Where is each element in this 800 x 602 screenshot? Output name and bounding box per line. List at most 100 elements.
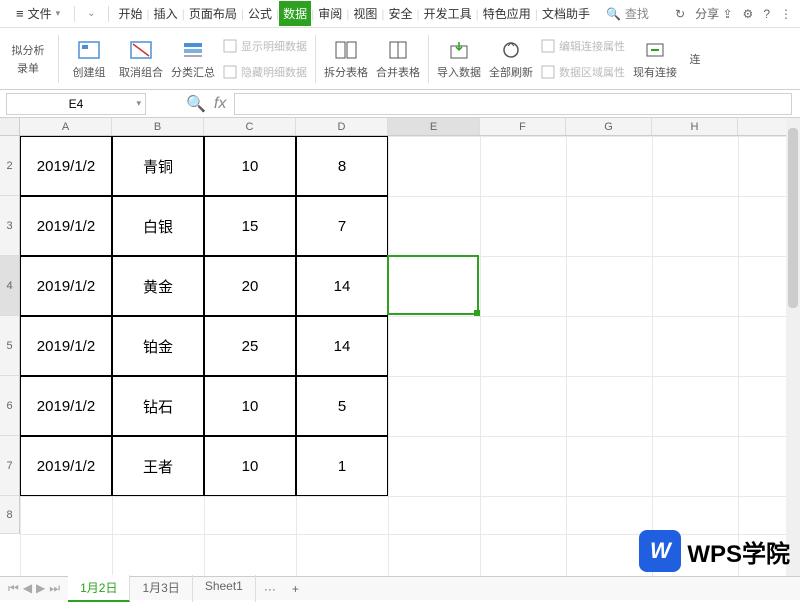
hide-detail-icon [223, 65, 237, 79]
cell-C5[interactable]: 25 [204, 316, 296, 376]
cell-A3[interactable]: 2019/1/2 [20, 196, 112, 256]
row-header-2[interactable]: 2 [0, 136, 19, 196]
row-header-8[interactable]: 8 [0, 496, 19, 534]
data-region-button: 数据区域属性 [541, 62, 625, 82]
ribbon-tab-4[interactable]: 数据 [279, 1, 311, 26]
col-header-F[interactable]: F [480, 118, 566, 135]
more-icon[interactable]: ⋮ [780, 7, 792, 21]
share-button[interactable]: 分享 ⇪ [695, 5, 732, 22]
tab-nav[interactable]: ⏮ ◀ ▶ ⏭ [0, 581, 68, 596]
cell-C3[interactable]: 15 [204, 196, 296, 256]
ribbon-tab-5[interactable]: 审阅 [314, 1, 346, 26]
row-header-3[interactable]: 3 [0, 196, 19, 256]
cell-C6[interactable]: 10 [204, 376, 296, 436]
sheet-tab-2[interactable]: Sheet1 [193, 575, 256, 602]
cell-A2[interactable]: 2019/1/2 [20, 136, 112, 196]
subtotal-button[interactable]: 分类汇总 [171, 38, 215, 80]
create-group-button[interactable]: 创建组 [67, 38, 111, 80]
select-all-corner[interactable] [0, 118, 20, 136]
cell-D5[interactable]: 14 [296, 316, 388, 376]
sheet-tab-0[interactable]: 1月2日 [68, 575, 130, 602]
row-header-6[interactable]: 6 [0, 376, 19, 436]
file-menu[interactable]: ≡ 文件 ▾ [8, 3, 68, 24]
formula-input[interactable] [234, 93, 792, 115]
cell-D4[interactable]: 14 [296, 256, 388, 316]
col-header-C[interactable]: C [204, 118, 296, 135]
cell-selection [387, 255, 479, 315]
cell-B4[interactable]: 黄金 [112, 256, 204, 316]
ungroup-button[interactable]: 取消组合 [119, 38, 163, 80]
first-icon[interactable]: ⏮ [8, 581, 19, 596]
ribbon-tab-6[interactable]: 视图 [349, 1, 381, 26]
split-icon [333, 38, 359, 62]
connect-button[interactable]: 连 [685, 51, 705, 67]
existing-conn-icon [642, 38, 668, 62]
ribbon-tab-10[interactable]: 文档助手 [538, 1, 594, 26]
settings-icon[interactable]: ⚙ [743, 7, 754, 21]
conn-icon [541, 39, 555, 53]
region-icon [541, 65, 555, 79]
col-header-H[interactable]: H [652, 118, 738, 135]
last-icon[interactable]: ⏭ [49, 581, 60, 596]
cloud-icon[interactable]: ↻ [675, 7, 685, 21]
ribbon-tab-2[interactable]: 页面布局 [185, 1, 241, 26]
cell-B5[interactable]: 铂金 [112, 316, 204, 376]
analysis-button[interactable]: 拟分析 录单 [6, 42, 50, 76]
cell-C2[interactable]: 10 [204, 136, 296, 196]
help-icon[interactable]: ? [763, 7, 770, 21]
cell-A7[interactable]: 2019/1/2 [20, 436, 112, 496]
sheet-tab-1[interactable]: 1月3日 [130, 575, 192, 602]
ribbon-tab-8[interactable]: 开发工具 [420, 1, 476, 26]
refresh-all-button[interactable]: 全部刷新 [489, 38, 533, 80]
add-sheet[interactable]: + [284, 582, 307, 596]
ribbon-tab-9[interactable]: 特色应用 [479, 1, 535, 26]
cell-B3[interactable]: 白银 [112, 196, 204, 256]
split-table-button[interactable]: 拆分表格 [324, 38, 368, 80]
col-header-A[interactable]: A [20, 118, 112, 135]
cell-D3[interactable]: 7 [296, 196, 388, 256]
cell-B6[interactable]: 钻石 [112, 376, 204, 436]
scrollbar-thumb[interactable] [788, 128, 798, 308]
col-header-E[interactable]: E [388, 118, 480, 135]
row-header-5[interactable]: 5 [0, 316, 19, 376]
cell-B7[interactable]: 王者 [112, 436, 204, 496]
cell-A4[interactable]: 2019/1/2 [20, 256, 112, 316]
cell-D6[interactable]: 5 [296, 376, 388, 436]
row-header-7[interactable]: 7 [0, 436, 19, 496]
fx-label[interactable]: fx [214, 95, 226, 113]
row-header-4[interactable]: 4 [0, 256, 19, 316]
cell-A6[interactable]: 2019/1/2 [20, 376, 112, 436]
cell-D7[interactable]: 1 [296, 436, 388, 496]
cell-D2[interactable]: 8 [296, 136, 388, 196]
separator [108, 6, 109, 22]
sheet-tabs-bar: ⏮ ◀ ▶ ⏭ 1月2日1月3日Sheet1 ··· + [0, 576, 800, 600]
more-sheets[interactable]: ··· [256, 582, 284, 596]
ribbon-tab-1[interactable]: 插入 [150, 1, 182, 26]
next-icon[interactable]: ▶ [36, 581, 45, 596]
import-icon [446, 38, 472, 62]
cell-C7[interactable]: 10 [204, 436, 296, 496]
grid[interactable]: 2019/1/2青铜1082019/1/2白银1572019/1/2黄金2014… [20, 136, 800, 578]
cell-B2[interactable]: 青铜 [112, 136, 204, 196]
ribbon-tab-3[interactable]: 公式 [244, 1, 276, 26]
existing-connections-button[interactable]: 现有连接 [633, 38, 677, 80]
dropdown-icon[interactable]: ⌄ [81, 8, 101, 19]
ribbon-tab-7[interactable]: 安全 [385, 1, 417, 26]
cell-A5[interactable]: 2019/1/2 [20, 316, 112, 376]
ribbon-tab-0[interactable]: 开始 [115, 1, 147, 26]
merge-table-button[interactable]: 合并表格 [376, 38, 420, 80]
zoom-icon[interactable]: 🔍 [186, 94, 206, 114]
group-icon [76, 38, 102, 62]
col-header-D[interactable]: D [296, 118, 388, 135]
col-header-B[interactable]: B [112, 118, 204, 135]
vertical-scrollbar[interactable] [786, 118, 800, 576]
prev-icon[interactable]: ◀ [23, 581, 32, 596]
name-box[interactable]: E4 ▾ [6, 93, 146, 115]
import-data-button[interactable]: 导入数据 [437, 38, 481, 80]
top-right-controls: ↻ 分享 ⇪ ⚙ ? ⋮ [675, 5, 792, 22]
search-box[interactable]: 🔍 查找 [606, 5, 649, 22]
ribbon-toolbar: 拟分析 录单 创建组 取消组合 分类汇总 显示明细数据 隐藏明细数据 拆分表格 … [0, 28, 800, 90]
col-header-G[interactable]: G [566, 118, 652, 135]
separator [428, 35, 429, 83]
cell-C4[interactable]: 20 [204, 256, 296, 316]
